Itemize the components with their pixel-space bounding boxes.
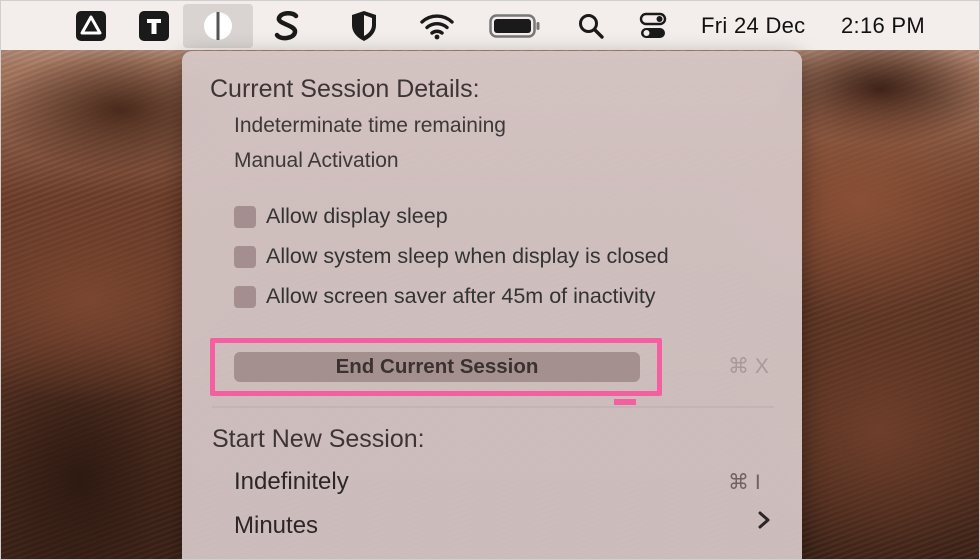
minutes-item[interactable]: Minutes bbox=[234, 512, 318, 540]
indefinitely-item[interactable]: Indefinitely bbox=[234, 468, 349, 496]
option-system-sleep[interactable]: Allow system sleep when display is close… bbox=[234, 244, 669, 269]
end-session-shortcut: ⌘ X bbox=[728, 355, 769, 378]
display-sleep-checkbox[interactable] bbox=[234, 205, 256, 228]
menu-bar: Fri 24 Dec 2:16 PM bbox=[1, 1, 979, 50]
spotlight-icon[interactable] bbox=[571, 1, 611, 50]
screen-saver-checkbox[interactable] bbox=[234, 285, 256, 308]
system-sleep-checkbox[interactable] bbox=[234, 245, 256, 268]
new-session-header: Start New Session: bbox=[212, 425, 425, 453]
control-center-icon[interactable] bbox=[633, 1, 673, 50]
amphetamine-icon[interactable] bbox=[183, 4, 253, 48]
time-remaining-text: Indeterminate time remaining bbox=[234, 114, 506, 137]
option-display-sleep[interactable]: Allow display sleep bbox=[234, 204, 448, 229]
scrivener-icon[interactable] bbox=[267, 1, 307, 50]
chevron-right-icon bbox=[756, 510, 772, 535]
menu-bar-time[interactable]: 2:16 PM bbox=[841, 1, 925, 50]
menu-bar-date[interactable]: Fri 24 Dec bbox=[701, 1, 805, 50]
option-screen-saver[interactable]: Allow screen saver after 45m of inactivi… bbox=[234, 284, 656, 309]
highlight-box bbox=[210, 338, 662, 396]
typora-icon[interactable] bbox=[134, 1, 174, 50]
menu-separator bbox=[212, 406, 774, 408]
option-label: Allow screen saver after 45m of inactivi… bbox=[266, 284, 656, 308]
indefinitely-shortcut: ⌘ I bbox=[728, 471, 761, 494]
shield-icon[interactable] bbox=[344, 1, 384, 50]
highlight-marker bbox=[614, 399, 636, 405]
activation-text: Manual Activation bbox=[234, 149, 399, 172]
current-session-header: Current Session Details: bbox=[210, 75, 480, 103]
battery-icon[interactable] bbox=[485, 1, 545, 50]
drive-icon[interactable] bbox=[71, 1, 111, 50]
option-label: Allow system sleep when display is close… bbox=[266, 244, 669, 268]
wifi-icon[interactable] bbox=[417, 1, 457, 50]
option-label: Allow display sleep bbox=[266, 204, 448, 228]
amphetamine-menu: Current Session Details: Indeterminate t… bbox=[182, 51, 802, 560]
